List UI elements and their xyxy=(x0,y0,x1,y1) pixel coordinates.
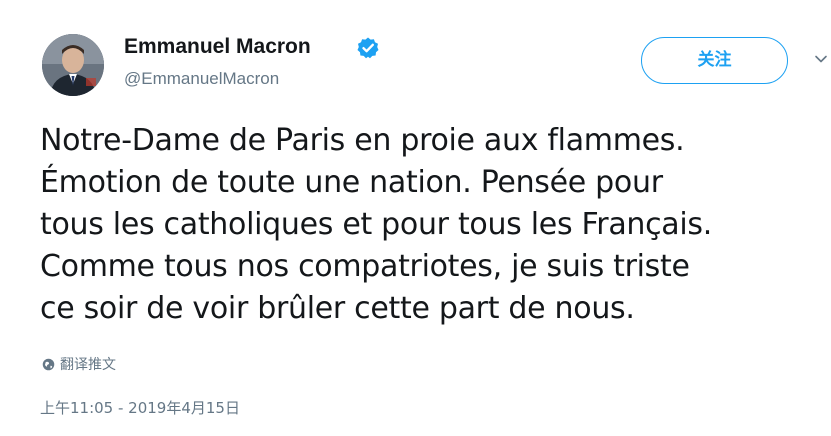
avatar-image xyxy=(42,34,104,96)
avatar[interactable] xyxy=(42,34,104,96)
tweet-text: Notre-Dame de Paris en proie aux flammes… xyxy=(40,120,829,330)
tweet-card: Emmanuel Macron @EmmanuelMacron 关注 Notre… xyxy=(0,0,831,436)
author-handle[interactable]: @EmmanuelMacron xyxy=(124,68,279,90)
tweet-text-line: Notre-Dame de Paris en proie aux flammes… xyxy=(40,123,685,158)
tweet-timestamp[interactable]: 上午11:05 - 2019年4月15日 xyxy=(40,398,240,418)
tweet-text-line: ce soir de voir brûler cette part de nou… xyxy=(40,291,635,326)
chevron-down-icon[interactable] xyxy=(814,52,828,66)
translate-label: 翻译推文 xyxy=(60,357,116,373)
author-display-name[interactable]: Emmanuel Macron xyxy=(124,34,311,60)
translate-tweet-link[interactable]: 翻译推文 xyxy=(42,354,116,374)
tweet-text-line: tous les catholiques et pour tous les Fr… xyxy=(40,207,712,242)
verified-badge-icon xyxy=(357,37,379,59)
follow-button[interactable]: 关注 xyxy=(641,37,788,84)
tweet-text-line: Comme tous nos compatriotes, je suis tri… xyxy=(40,249,690,284)
globe-icon xyxy=(42,358,55,370)
tweet-text-line: Émotion de toute une nation. Pensée pour xyxy=(40,165,663,200)
